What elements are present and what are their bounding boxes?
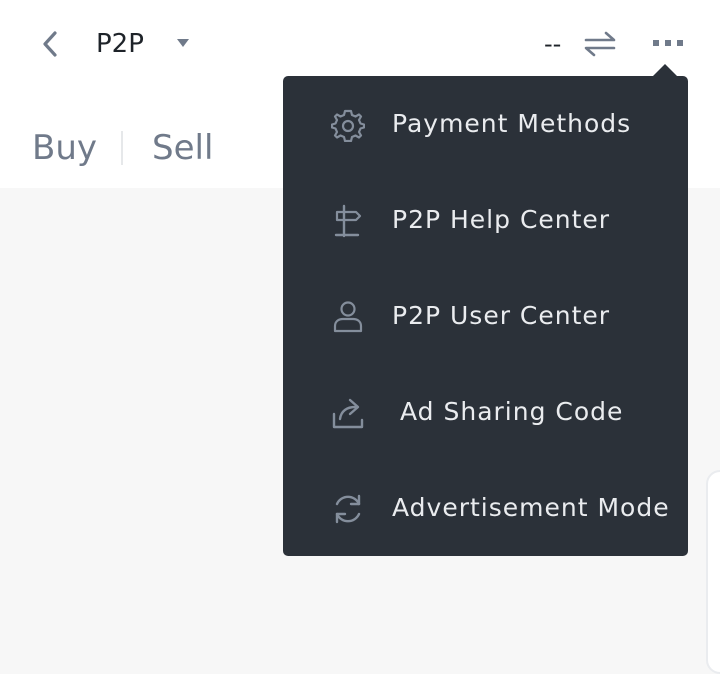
menu-item-advertisement-mode[interactable]: Advertisement Mode bbox=[283, 460, 688, 556]
trade-tabs: Buy Sell bbox=[32, 120, 213, 176]
menu-item-label: Advertisement Mode bbox=[392, 493, 670, 522]
menu-item-payment-methods[interactable]: Payment Methods bbox=[283, 76, 688, 172]
user-icon bbox=[333, 301, 363, 333]
caret-down-icon bbox=[177, 39, 189, 47]
share-icon bbox=[332, 398, 364, 429]
back-button[interactable] bbox=[34, 26, 66, 62]
title-dropdown-toggle[interactable] bbox=[174, 32, 192, 54]
price-placeholder: -- bbox=[544, 30, 562, 58]
swap-arrows-icon bbox=[584, 31, 616, 57]
refresh-icon bbox=[335, 494, 361, 524]
gear-icon bbox=[331, 109, 365, 142]
more-options-button[interactable] bbox=[648, 28, 688, 60]
menu-item-label: Ad Sharing Code bbox=[400, 397, 624, 426]
menu-item-label: Payment Methods bbox=[392, 109, 632, 138]
tab-sell[interactable]: Sell bbox=[152, 120, 213, 176]
more-options-menu: Payment Methods P2P Help Center P2P User… bbox=[283, 76, 688, 556]
signpost-icon bbox=[334, 204, 362, 238]
menu-item-p2p-help-center[interactable]: P2P Help Center bbox=[283, 172, 688, 268]
menu-item-ad-sharing-code[interactable]: Ad Sharing Code bbox=[283, 364, 688, 460]
chevron-left-icon bbox=[43, 31, 57, 57]
menu-item-p2p-user-center[interactable]: P2P User Center bbox=[283, 268, 688, 364]
partial-card bbox=[706, 470, 720, 674]
tab-buy[interactable]: Buy bbox=[32, 120, 97, 176]
tab-divider bbox=[121, 131, 123, 165]
page-title[interactable]: P2P bbox=[96, 24, 144, 64]
menu-item-label: P2P User Center bbox=[392, 301, 611, 330]
swap-button[interactable] bbox=[582, 28, 618, 60]
menu-item-label: P2P Help Center bbox=[392, 205, 611, 234]
more-dots-icon bbox=[653, 40, 683, 46]
